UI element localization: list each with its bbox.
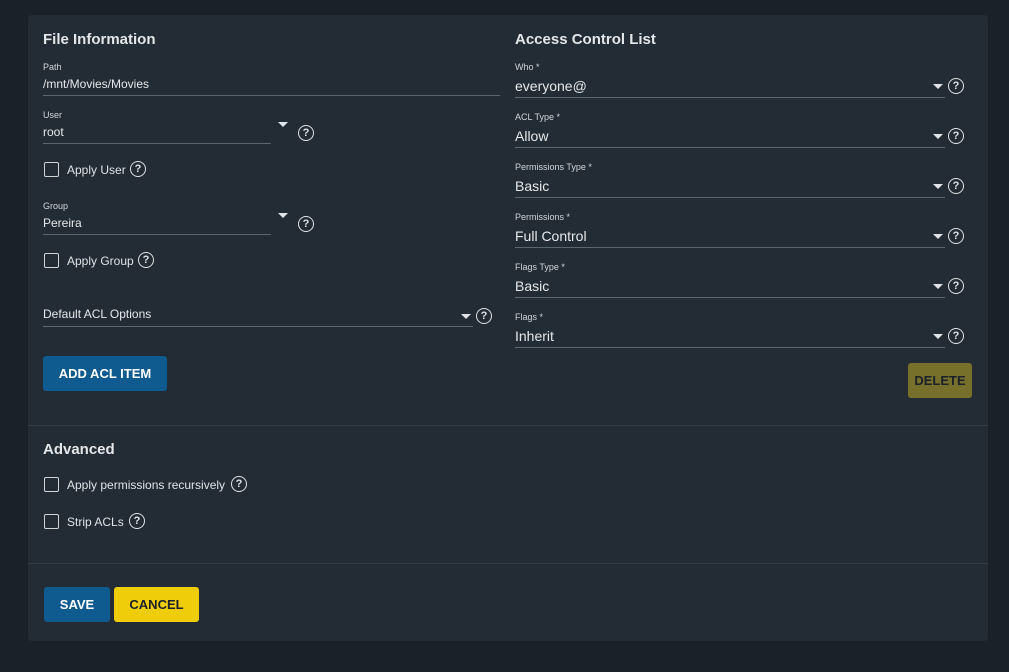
group-underline bbox=[43, 234, 271, 235]
delete-button[interactable]: DELETE bbox=[908, 363, 972, 398]
default-acl-chevron-down-icon[interactable] bbox=[461, 314, 471, 319]
flags-type-select[interactable]: Basic bbox=[515, 278, 549, 294]
who-label: Who * bbox=[515, 62, 540, 72]
acl-type-underline bbox=[515, 147, 945, 148]
flags-type-underline bbox=[515, 297, 945, 298]
permissions-label: Permissions * bbox=[515, 212, 571, 222]
access-control-list-title: Access Control List bbox=[515, 31, 656, 48]
cancel-button[interactable]: CANCEL bbox=[114, 587, 199, 622]
apply-recursively-help-icon[interactable]: ? bbox=[231, 476, 247, 492]
default-acl-options-select[interactable]: Default ACL Options bbox=[43, 307, 151, 321]
apply-recursively-label: Apply permissions recursively bbox=[67, 478, 226, 492]
user-help-icon[interactable]: ? bbox=[298, 125, 314, 141]
flags-label: Flags * bbox=[515, 312, 544, 322]
group-label: Group bbox=[43, 201, 69, 211]
who-chevron-down-icon[interactable] bbox=[933, 84, 943, 89]
flags-chevron-down-icon[interactable] bbox=[933, 334, 943, 339]
path-underline bbox=[43, 95, 500, 96]
apply-group-label: Apply Group bbox=[67, 254, 134, 268]
acl-type-label: ACL Type * bbox=[515, 112, 561, 122]
acl-type-help-icon[interactable]: ? bbox=[948, 128, 964, 144]
who-help-icon[interactable]: ? bbox=[948, 78, 964, 94]
permissions-help-icon[interactable]: ? bbox=[948, 228, 964, 244]
permissions-select[interactable]: Full Control bbox=[515, 228, 587, 244]
permissions-type-help-icon[interactable]: ? bbox=[948, 178, 964, 194]
permissions-underline bbox=[515, 247, 945, 248]
permissions-type-label: Permissions Type * bbox=[515, 162, 592, 172]
permissions-type-underline bbox=[515, 197, 945, 198]
strip-acls-checkbox[interactable] bbox=[44, 514, 59, 529]
flags-type-chevron-down-icon[interactable] bbox=[933, 284, 943, 289]
add-acl-item-button[interactable]: ADD ACL ITEM bbox=[43, 356, 167, 391]
who-underline bbox=[515, 97, 945, 98]
flags-help-icon[interactable]: ? bbox=[948, 328, 964, 344]
permissions-type-chevron-down-icon[interactable] bbox=[933, 184, 943, 189]
strip-acls-label: Strip ACLs bbox=[67, 515, 124, 529]
flags-underline bbox=[515, 347, 945, 348]
flags-type-label: Flags Type * bbox=[515, 262, 565, 272]
acl-type-chevron-down-icon[interactable] bbox=[933, 134, 943, 139]
apply-user-label: Apply User bbox=[67, 163, 126, 177]
user-chevron-down-icon[interactable] bbox=[278, 122, 288, 127]
apply-user-help-icon[interactable]: ? bbox=[130, 161, 146, 177]
default-acl-underline bbox=[43, 326, 473, 327]
section-divider-top bbox=[28, 425, 988, 426]
permissions-chevron-down-icon[interactable] bbox=[933, 234, 943, 239]
strip-acls-help-icon[interactable]: ? bbox=[129, 513, 145, 529]
path-label: Path bbox=[43, 62, 62, 72]
apply-recursively-checkbox[interactable] bbox=[44, 477, 59, 492]
section-divider-bottom bbox=[28, 563, 988, 564]
advanced-title: Advanced bbox=[43, 441, 115, 458]
save-button[interactable]: SAVE bbox=[44, 587, 110, 622]
default-acl-help-icon[interactable]: ? bbox=[476, 308, 492, 324]
flags-type-help-icon[interactable]: ? bbox=[948, 278, 964, 294]
acl-editor-card: File Information Path /mnt/Movies/Movies… bbox=[28, 15, 988, 641]
file-information-title: File Information bbox=[43, 31, 156, 48]
path-input[interactable]: /mnt/Movies/Movies bbox=[43, 77, 149, 91]
user-combobox[interactable]: root bbox=[43, 125, 64, 139]
who-select[interactable]: everyone@ bbox=[515, 78, 587, 94]
apply-group-checkbox[interactable] bbox=[44, 253, 59, 268]
group-chevron-down-icon[interactable] bbox=[278, 213, 288, 218]
apply-user-checkbox[interactable] bbox=[44, 162, 59, 177]
user-underline bbox=[43, 143, 271, 144]
apply-group-help-icon[interactable]: ? bbox=[138, 252, 154, 268]
group-combobox[interactable]: Pereira bbox=[43, 216, 82, 230]
group-help-icon[interactable]: ? bbox=[298, 216, 314, 232]
user-label: User bbox=[43, 110, 63, 120]
permissions-type-select[interactable]: Basic bbox=[515, 178, 549, 194]
flags-select[interactable]: Inherit bbox=[515, 328, 554, 344]
acl-type-select[interactable]: Allow bbox=[515, 128, 548, 144]
